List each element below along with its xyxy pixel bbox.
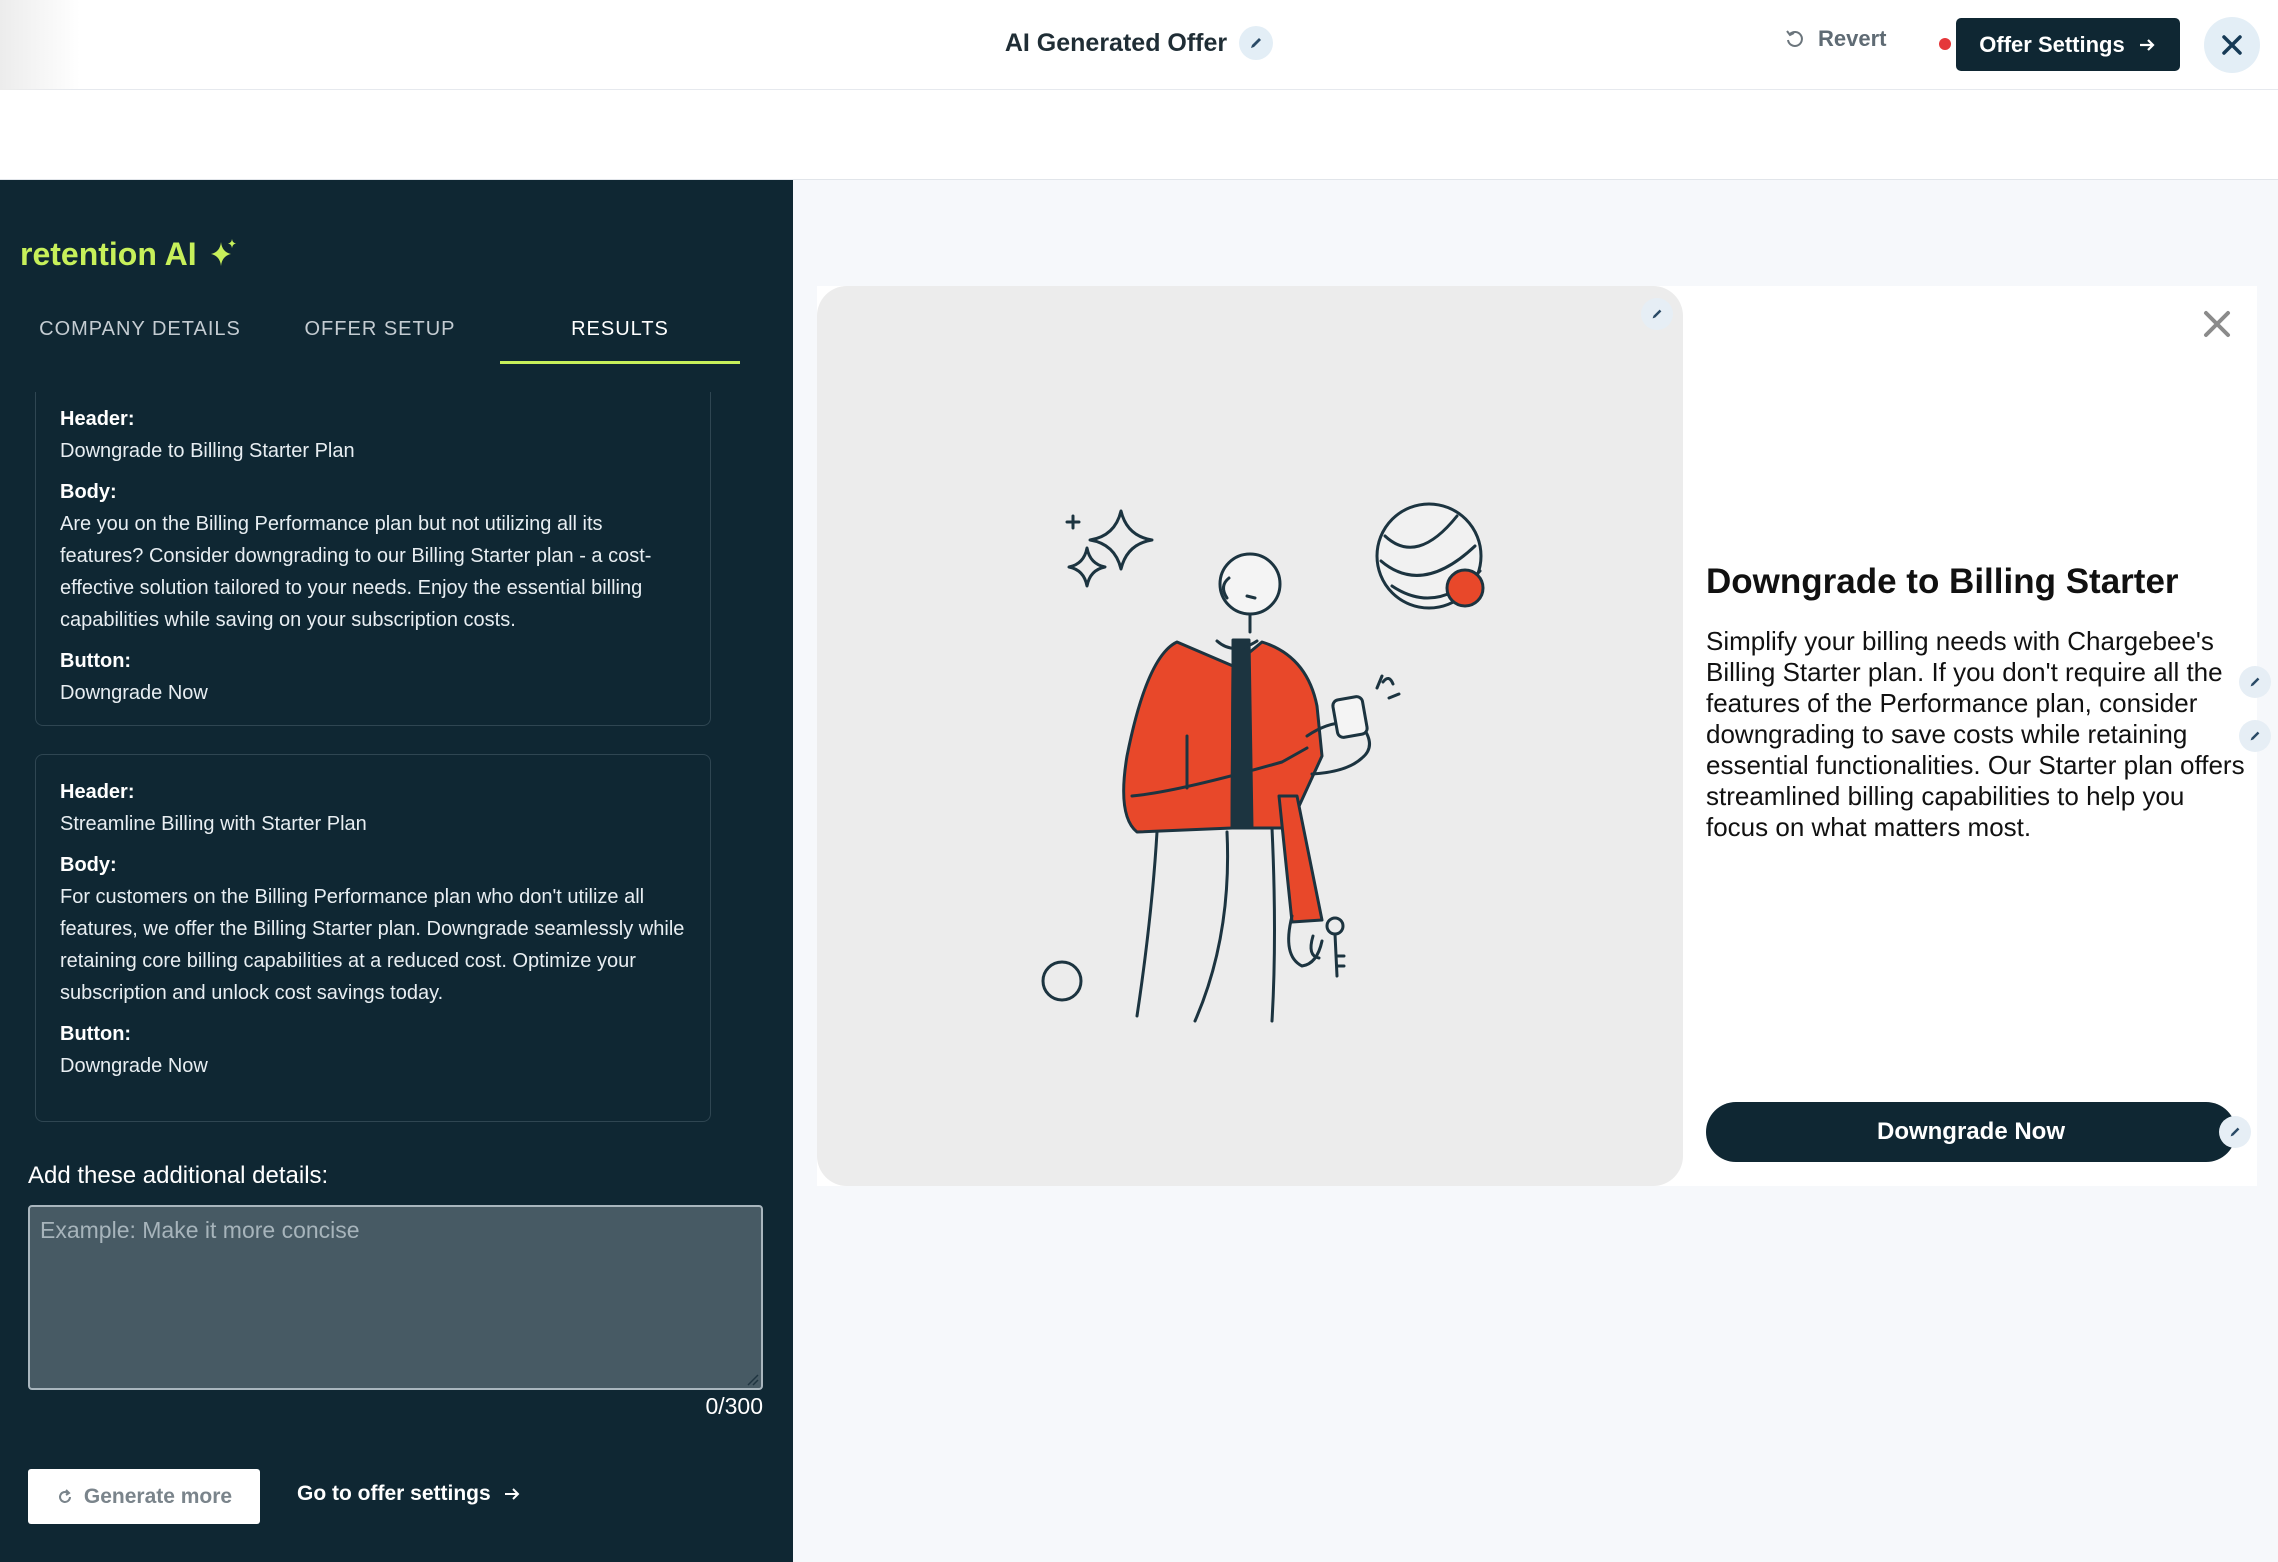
page-title: AI Generated Offer <box>1004 28 1228 57</box>
edit-title-pencil-icon[interactable] <box>2239 666 2271 698</box>
tab-offer-setup[interactable]: OFFER SETUP <box>260 314 500 364</box>
body-field: Body: Are you on the Billing Performance… <box>60 481 686 636</box>
header-field: Header: Downgrade to Billing Starter Pla… <box>60 408 686 467</box>
body-field: Body: For customers on the Billing Perfo… <box>60 854 686 1009</box>
brand-logo: retention AI <box>20 236 239 273</box>
additional-details-input[interactable]: Example: Make it more concise <box>28 1205 763 1390</box>
offer-body: Simplify your billing needs with Chargeb… <box>1706 626 2245 842</box>
button-label: Button: <box>60 650 132 672</box>
revert-label: Revert <box>1818 26 1887 51</box>
close-icon <box>2222 35 2242 55</box>
character-count: 0/300 <box>705 1393 763 1419</box>
downgrade-now-button[interactable]: Downgrade Now <box>1706 1102 2236 1162</box>
result-card[interactable]: Header: Streamline Billing with Starter … <box>35 754 711 1122</box>
header-value: Downgrade to Billing Starter Plan <box>60 440 355 462</box>
header-label: Header: <box>60 781 135 803</box>
header-value: Streamline Billing with Starter Plan <box>60 813 367 835</box>
generate-more-button[interactable]: Generate more <box>28 1469 260 1524</box>
additional-details-label: Add these additional details: <box>28 1162 329 1189</box>
header-field: Header: Streamline Billing with Starter … <box>60 781 686 840</box>
offer-preview: Downgrade to Billing Starter Simplify yo… <box>817 286 2271 1186</box>
header-label: Header: <box>60 408 135 430</box>
button-value: Downgrade Now <box>60 682 208 704</box>
edit-image-pencil-icon[interactable] <box>1641 298 1673 330</box>
tab-results[interactable]: RESULTS <box>500 314 740 364</box>
body-value: Are you on the Billing Performance plan … <box>60 513 652 631</box>
revert-button[interactable]: Revert <box>1784 26 1886 52</box>
button-value: Downgrade Now <box>60 1055 208 1077</box>
button-label: Button: <box>60 1023 132 1045</box>
button-field: Button: Downgrade Now <box>60 1023 686 1082</box>
offer-image-panel[interactable] <box>817 286 1683 1186</box>
arrow-right-icon <box>504 1488 520 1500</box>
button-field: Button: Downgrade Now <box>60 650 686 709</box>
undo-icon <box>1786 30 1803 47</box>
offer-settings-label: Offer Settings <box>1979 31 2125 57</box>
go-to-settings-label: Go to offer settings <box>297 1482 491 1505</box>
sparkle-icon <box>210 238 236 266</box>
top-bar: AI Generated Offer Revert Offer Settings <box>0 0 2278 180</box>
title-group: AI Generated Offer <box>0 26 2278 60</box>
tab-company-details[interactable]: COMPANY DETAILS <box>20 314 260 364</box>
edit-body-pencil-icon[interactable] <box>2239 720 2271 752</box>
go-to-offer-settings-link[interactable]: Go to offer settings <box>297 1482 521 1506</box>
close-editor-button[interactable] <box>2204 17 2260 73</box>
edit-button-pencil-icon[interactable] <box>2219 1116 2251 1148</box>
result-card[interactable]: Header: Downgrade to Billing Starter Pla… <box>35 392 711 726</box>
generate-more-label: Generate more <box>83 1484 233 1508</box>
offer-settings-button[interactable]: Offer Settings <box>1956 18 2180 71</box>
brand-name: retention AI <box>20 236 197 272</box>
body-label: Body: <box>60 854 117 876</box>
additional-details-placeholder: Example: Make it more concise <box>40 1217 360 1243</box>
unsaved-status-dot <box>1939 38 1951 50</box>
body-label: Body: <box>60 481 117 503</box>
edit-title-pencil-icon[interactable] <box>1239 26 1274 60</box>
close-offer-icon[interactable] <box>2201 308 2233 340</box>
person-with-phone-illustration <box>1041 502 1485 1023</box>
retention-ai-panel: retention AI COMPANY DETAILS OFFER SETUP… <box>0 180 793 1562</box>
refresh-icon <box>58 1488 71 1503</box>
resize-handle-icon[interactable] <box>745 1372 759 1386</box>
secondary-bar <box>0 90 2278 180</box>
arrow-right-icon <box>2139 38 2155 51</box>
offer-title: Downgrade to Billing Starter <box>1706 562 2179 601</box>
tab-bar: COMPANY DETAILS OFFER SETUP RESULTS <box>20 314 740 364</box>
body-value: For customers on the Billing Performance… <box>60 886 685 1004</box>
